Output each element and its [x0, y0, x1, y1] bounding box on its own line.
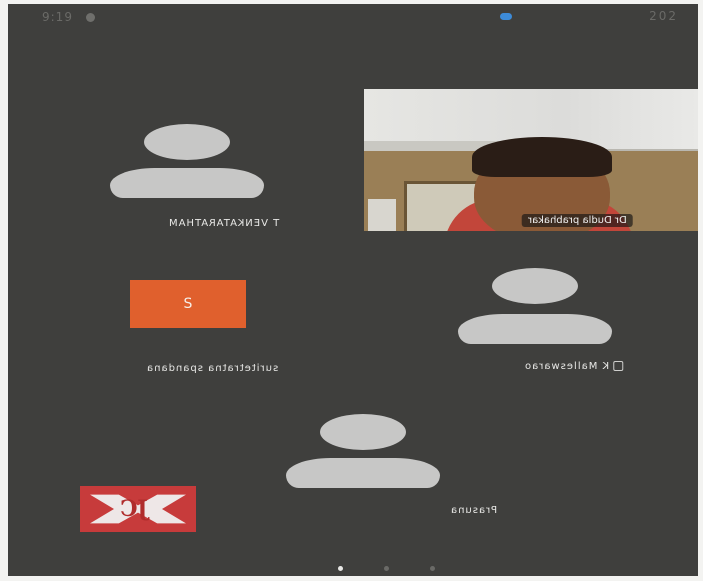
bluetooth-icon — [500, 13, 512, 20]
avatar-head-icon — [144, 124, 230, 160]
participant-name: Prasuna — [450, 505, 498, 516]
initial-avatar: S — [130, 280, 246, 328]
status-right-text: 202 — [649, 9, 678, 23]
participant-name: Dr Dudla prabhakar — [522, 214, 633, 227]
page-dot[interactable] — [338, 566, 343, 571]
muted-mic-icon — [613, 361, 624, 371]
avatar-head-icon — [320, 414, 406, 450]
participant-name: suritetratna spandana — [146, 363, 279, 374]
participant-name: T VENKATARATHAM — [168, 218, 280, 229]
video-box — [368, 199, 396, 231]
avatar-body-icon — [110, 168, 264, 198]
notification-icon — [85, 13, 95, 22]
participant-video-dudla[interactable]: Dr Dudla prabhakar — [364, 89, 698, 231]
avatar-head-icon — [492, 268, 578, 304]
status-left: 9:19 — [42, 10, 95, 24]
video-hair — [472, 137, 612, 177]
page-dot[interactable] — [430, 566, 436, 571]
self-view-thumbnail[interactable]: JC — [80, 486, 196, 532]
participant-name-row: K Malleswarao — [524, 361, 627, 372]
meeting-screen: 9:19 202 T VENKATARATHAM Dr Dudla prabha… — [8, 4, 698, 576]
self-view-text: JC — [120, 496, 148, 522]
status-left-text: 9:19 — [42, 10, 73, 24]
avatar-body-icon — [286, 458, 440, 488]
participant-name: K Malleswarao — [524, 361, 610, 372]
page-dot[interactable] — [384, 566, 390, 571]
avatar-body-icon — [458, 314, 612, 344]
page-indicator[interactable] — [320, 556, 453, 575]
status-bar: 9:19 202 — [8, 4, 698, 30]
